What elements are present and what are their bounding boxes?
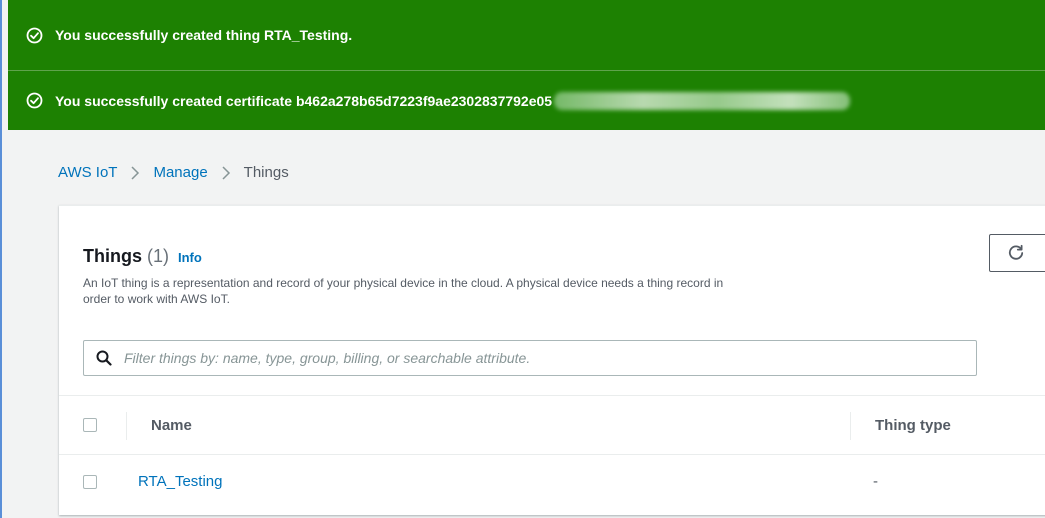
thing-type-value: - <box>873 473 878 490</box>
search-box <box>83 340 977 376</box>
refresh-icon <box>1007 244 1025 262</box>
table-row: RTA_Testing - <box>59 455 1045 513</box>
things-count: (1) <box>147 246 169 266</box>
things-panel: Things (1) Info An IoT thing is a repres… <box>59 205 1045 515</box>
breadcrumb: AWS IoT Manage Things <box>58 164 289 181</box>
check-circle-icon <box>26 27 43 44</box>
chevron-right-icon <box>221 165 231 180</box>
breadcrumb-current: Things <box>243 164 289 181</box>
panel-description: An IoT thing is a representation and rec… <box>83 276 724 306</box>
column-header-name[interactable]: Name <box>151 417 192 434</box>
check-circle-icon <box>26 92 43 109</box>
thing-name-link[interactable]: RTA_Testing <box>138 473 223 490</box>
search-input[interactable] <box>122 349 976 367</box>
breadcrumb-link-manage[interactable]: Manage <box>153 164 207 181</box>
refresh-button[interactable] <box>989 234 1045 272</box>
redacted-certificate-suffix <box>554 91 851 110</box>
table-header: Name Thing type <box>59 395 1045 455</box>
breadcrumb-link-aws-iot[interactable]: AWS IoT <box>58 164 117 181</box>
page-title: Things <box>83 246 142 266</box>
column-header-thing-type[interactable]: Thing type <box>875 417 951 434</box>
column-divider <box>850 412 851 440</box>
aws-iot-console: You successfully created thing RTA_Testi… <box>0 0 1045 518</box>
row-checkbox[interactable] <box>83 475 97 489</box>
search-icon <box>96 350 112 366</box>
panel-title: Things (1) Info <box>83 246 202 267</box>
info-link[interactable]: Info <box>178 250 202 265</box>
notification-message: You successfully created thing RTA_Testi… <box>55 27 353 43</box>
success-notification-certificate: You successfully created certificate b46… <box>8 70 1045 130</box>
chevron-right-icon <box>130 165 140 180</box>
success-notification-thing: You successfully created thing RTA_Testi… <box>8 0 1045 70</box>
select-all-checkbox[interactable] <box>83 418 97 432</box>
column-divider <box>126 412 127 440</box>
notification-message: You successfully created certificate b46… <box>55 92 553 109</box>
